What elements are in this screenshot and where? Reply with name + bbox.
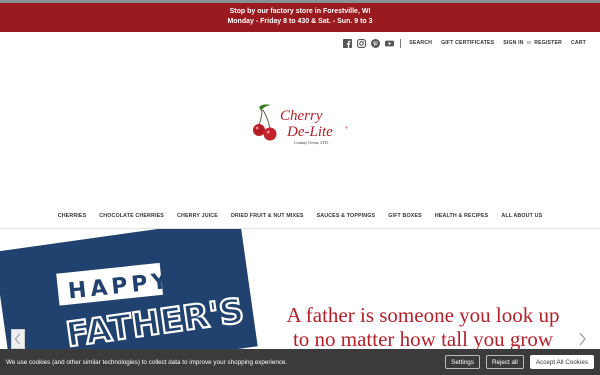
announcement-bar: Stop by our factory store in Forestville… — [0, 3, 600, 32]
sign-in-link[interactable]: SIGN IN — [503, 40, 523, 46]
cookie-settings-button[interactable]: Settings — [445, 355, 480, 369]
nav-sauces-toppings[interactable]: SAUCES & TOPPINGS — [317, 208, 376, 224]
facebook-icon[interactable] — [343, 38, 353, 48]
nav-chocolate-cherries[interactable]: CHOCOLATE CHERRIES — [99, 208, 164, 224]
social-links — [343, 38, 395, 48]
carousel-next-button[interactable] — [575, 329, 589, 349]
logo-tagline: Country Ovens, LTD. — [294, 140, 329, 146]
pinterest-icon[interactable] — [371, 38, 381, 48]
nav-cherry-juice[interactable]: CHERRY JUICE — [177, 208, 218, 224]
announcement-line-2: Monday - Friday 8 to 430 & Sat. - Sun. 9… — [227, 18, 373, 25]
cart-link[interactable]: CART — [571, 40, 586, 46]
carousel-prev-button[interactable] — [11, 329, 25, 349]
hero-quote-line-2: to no matter how tall you grow — [292, 327, 554, 349]
announcement-line-1: Stop by our factory store in Forestville… — [229, 8, 371, 15]
cherry-logo-image: Cherry De-Lite ® Country Ovens, LTD. — [253, 104, 348, 146]
chevron-left-icon — [14, 333, 21, 345]
cookie-message: We use cookies (and other similar techno… — [6, 358, 288, 366]
leaf-shape — [259, 104, 271, 111]
instagram-icon[interactable] — [357, 38, 367, 48]
gift-certificates-link[interactable]: GIFT CERTIFICATES — [441, 40, 494, 46]
logo-word-delite: De-Lite — [286, 124, 333, 140]
hero-carousel: HAPPY FATHER'S A father is someone you l… — [0, 229, 600, 349]
cookie-reject-button[interactable]: Reject all — [485, 355, 524, 369]
nav-health-recipes[interactable]: HEALTH & RECIPES — [435, 208, 489, 224]
youtube-icon[interactable] — [385, 39, 395, 48]
fathers-day-card-image: HAPPY FATHER'S — [0, 229, 258, 349]
hero-quote-line-1: A father is someone you look up — [286, 303, 560, 327]
register-link[interactable]: REGISTER — [534, 40, 562, 46]
cookie-banner: We use cookies (and other similar techno… — [0, 349, 600, 375]
main-nav: CHERRIES CHOCOLATE CHERRIES CHERRY JUICE… — [0, 208, 600, 224]
nav-gift-boxes[interactable]: GIFT BOXES — [388, 208, 422, 224]
cherry-shape — [263, 127, 277, 141]
logo-word-cherry: Cherry — [280, 108, 323, 124]
logo[interactable]: Cherry De-Lite ® Country Ovens, LTD. — [250, 103, 360, 153]
chevron-right-icon — [579, 332, 586, 346]
nav-cherries[interactable]: CHERRIES — [58, 208, 87, 224]
search-link[interactable]: SEARCH — [409, 40, 432, 46]
logo-registered-mark: ® — [345, 125, 348, 130]
cherry-shape — [253, 124, 265, 136]
nav-dried-fruit-nut-mixes[interactable]: DRIED FRUIT & NUT MIXES — [231, 208, 304, 224]
hero-quote: A father is someone you look up to no ma… — [258, 303, 588, 349]
cookie-accept-button[interactable]: Accept All Cookies — [529, 355, 594, 369]
utility-divider — [400, 38, 402, 48]
utility-nav: SEARCH GIFT CERTIFICATES SIGN IN or REGI… — [343, 37, 586, 49]
page: Stop by our factory store in Forestville… — [0, 0, 600, 375]
or-text: or — [526, 40, 532, 46]
nav-all-about-us[interactable]: ALL ABOUT US — [501, 208, 542, 224]
